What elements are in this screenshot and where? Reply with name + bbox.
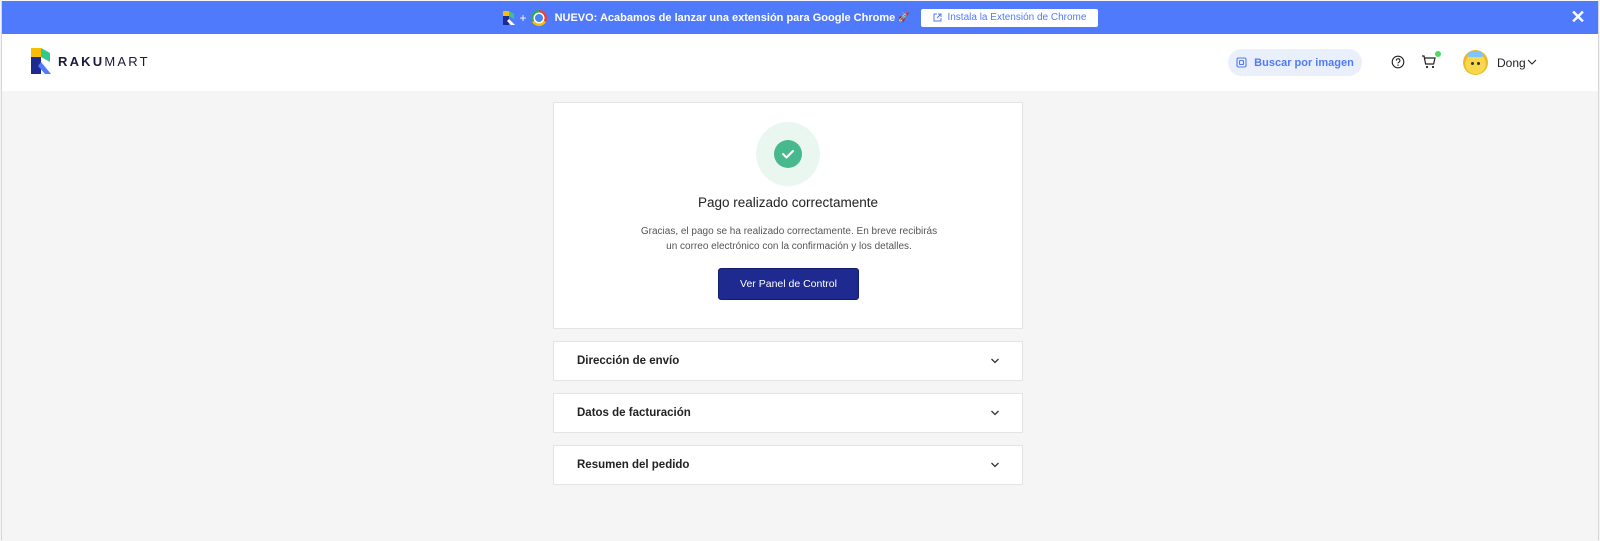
chevron-down-icon[interactable] <box>990 409 1000 417</box>
chevron-down-icon[interactable] <box>1527 58 1537 66</box>
brand-name-bold: RAKU <box>58 53 105 69</box>
success-title: Pago realizado correctamente <box>697 195 879 210</box>
announcement-logos: + <box>502 9 547 26</box>
page-frame: + NUEVO: Acabamos de lanzar una extensió… <box>1 1 1599 540</box>
install-extension-label: Instala la Extensión de Chrome <box>947 12 1087 23</box>
chrome-icon <box>530 9 547 26</box>
view-control-panel-button[interactable]: Ver Panel de Control <box>718 268 859 300</box>
announcement-text: NUEVO: Acabamos de lanzar una extensión … <box>554 11 896 24</box>
search-by-image-button[interactable]: Buscar por imagen <box>1228 49 1362 76</box>
close-icon[interactable]: ✕ <box>1570 8 1586 26</box>
accordion-title: Dirección de envío <box>577 355 680 367</box>
payment-success-card: Pago realizado correctamente Gracias, el… <box>553 102 1023 329</box>
rakumart-logo-icon <box>31 48 51 74</box>
accordion-billing-data[interactable]: Datos de facturación <box>553 393 1023 433</box>
chevron-down-icon[interactable] <box>990 357 1000 365</box>
success-icon-halo <box>756 122 820 186</box>
brand-name-light: MART <box>104 53 150 69</box>
install-extension-button[interactable]: Instala la Extensión de Chrome <box>921 8 1099 27</box>
cart-icon[interactable] <box>1421 54 1437 70</box>
accordion-title: Resumen del pedido <box>577 459 690 471</box>
success-description: Gracias, el pago se ha realizado correct… <box>634 224 944 254</box>
success-description-line1: Gracias, el pago se ha realizado correct… <box>640 226 938 237</box>
help-icon[interactable] <box>1391 55 1405 69</box>
success-description-line2: un correo electrónico con la confirmació… <box>666 241 912 252</box>
site-header: RAKUMART Buscar por imagen Dong <box>2 34 1598 91</box>
rakumart-logo-icon <box>502 10 515 25</box>
check-circle-icon <box>774 140 802 168</box>
rocket-icon: 🚀 <box>898 12 910 22</box>
check-icon <box>782 150 794 159</box>
plus-sign: + <box>519 10 527 25</box>
username[interactable]: Dong <box>1497 56 1526 70</box>
external-link-icon <box>933 13 942 22</box>
announcement-bar: + NUEVO: Acabamos de lanzar una extensió… <box>2 1 1598 34</box>
accordion-shipping-address[interactable]: Dirección de envío <box>553 341 1023 381</box>
accordion-title: Datos de facturación <box>577 407 691 419</box>
avatar-eye-right <box>1477 62 1480 65</box>
avatar-hat <box>1468 51 1483 57</box>
cart-notification-badge <box>1435 51 1441 57</box>
brand-name: RAKUMART <box>58 54 150 69</box>
avatar-eye-left <box>1471 62 1474 65</box>
accordion-order-summary[interactable]: Resumen del pedido <box>553 445 1023 485</box>
avatar[interactable] <box>1463 50 1488 75</box>
image-search-icon <box>1236 57 1247 68</box>
brand-logo[interactable]: RAKUMART <box>30 47 150 75</box>
search-by-image-label: Buscar por imagen <box>1254 56 1354 69</box>
chevron-down-icon[interactable] <box>990 461 1000 469</box>
